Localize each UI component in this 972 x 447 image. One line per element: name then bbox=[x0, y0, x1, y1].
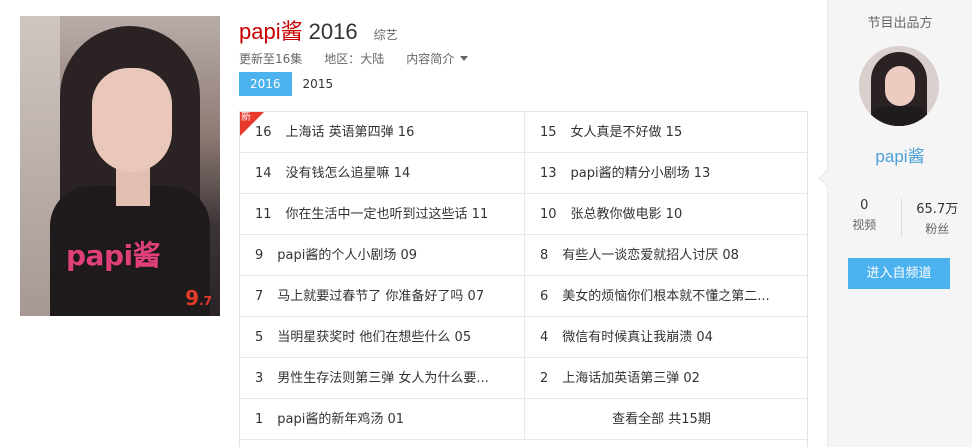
episode-item[interactable]: 2 上海话加英语第三弹 02 bbox=[524, 358, 808, 399]
episode-number: 5 bbox=[255, 330, 264, 345]
videos-label: 视频 bbox=[852, 218, 877, 232]
genre-tag[interactable]: 综艺 bbox=[374, 26, 398, 43]
episode-number: 4 bbox=[540, 330, 549, 345]
intro-dropdown[interactable]: 内容简介 bbox=[406, 50, 469, 67]
score-badge: 9.7 bbox=[185, 286, 212, 310]
show-poster[interactable]: papi酱 9.7 bbox=[20, 16, 220, 316]
meta-row: 更新至16集 地区：大陆 内容简介 bbox=[239, 50, 469, 67]
episode-item[interactable]: 11 你在生活中一定也听到过这些话 11 bbox=[240, 194, 524, 235]
episode-title: papi酱的新年鸡汤 01 bbox=[277, 412, 405, 427]
episode-item[interactable]: 6 美女的烦恼你们根本就不懂之第二... bbox=[524, 276, 808, 317]
episode-number: 6 bbox=[540, 289, 549, 304]
chevron-down-icon bbox=[460, 56, 469, 61]
fans-label: 粉丝 bbox=[925, 222, 950, 236]
episode-item[interactable]: 1 papi酱的新年鸡汤 01 bbox=[240, 399, 524, 440]
avatar-face bbox=[885, 66, 915, 106]
score-decimal: .7 bbox=[199, 294, 212, 308]
episode-title: papi酱的精分小剧场 13 bbox=[570, 166, 711, 181]
year-tabs: 2016 2015 bbox=[239, 72, 344, 96]
episode-number: 1 bbox=[255, 412, 264, 427]
poster-face bbox=[92, 68, 172, 172]
episode-item[interactable]: 15 女人真是不好做 15 bbox=[524, 112, 808, 153]
poster-neck bbox=[116, 166, 150, 206]
videos-stat: 0 视频 bbox=[828, 198, 901, 237]
score-main: 9 bbox=[185, 286, 200, 310]
producer-heading: 节目出品方 bbox=[867, 16, 933, 31]
videos-count: 0 bbox=[860, 198, 869, 213]
episode-grid: 16 上海话 英语第四弹 16 15 女人真是不好做 15 14 没有钱怎么追星嘛 1… bbox=[239, 111, 808, 447]
new-badge-label: 新 bbox=[241, 112, 251, 123]
intro-label: 内容简介 bbox=[406, 52, 455, 66]
fans-count: 65.7万 bbox=[916, 202, 959, 217]
enter-channel-button[interactable]: 进入自频道 bbox=[848, 258, 950, 289]
region: 地区：大陆 bbox=[324, 52, 385, 66]
episode-number: 2 bbox=[540, 371, 549, 386]
episode-title: 男性生存法则第三弹 女人为什么要... bbox=[277, 371, 489, 386]
episode-number: 7 bbox=[255, 289, 264, 304]
episode-title: 你在生活中一定也听到过这些话 11 bbox=[285, 207, 489, 222]
show-year: 2016 bbox=[308, 19, 358, 44]
episode-title: 上海话 英语第四弹 16 bbox=[285, 125, 415, 140]
episode-title: 微信有时候真让我崩溃 04 bbox=[562, 330, 713, 345]
panel-pointer bbox=[818, 169, 836, 187]
view-all-link[interactable]: 查看全部 共15期 bbox=[524, 399, 808, 440]
episode-number: 3 bbox=[255, 371, 264, 386]
episode-title: 美女的烦恼你们根本就不懂之第二... bbox=[562, 289, 770, 304]
episode-title: papi酱的个人小剧场 09 bbox=[277, 248, 418, 263]
episode-item[interactable]: 5 当明星获奖时 他们在想些什么 05 bbox=[240, 317, 524, 358]
episode-number: 10 bbox=[540, 207, 557, 222]
episode-title: 当明星获奖时 他们在想些什么 05 bbox=[277, 330, 472, 345]
channel-name[interactable]: papi酱 bbox=[828, 142, 972, 167]
episode-number: 14 bbox=[255, 166, 272, 181]
avatar[interactable] bbox=[859, 46, 939, 126]
episode-title: 张总教你做电影 10 bbox=[570, 207, 683, 222]
episode-title: 马上就要过春节了 你准备好了吗 07 bbox=[277, 289, 485, 304]
episode-item[interactable]: 14 没有钱怎么追星嘛 14 bbox=[240, 153, 524, 194]
producer-panel: 节目出品方 papi酱 0 视频 65.7万 粉丝 进入自频道 bbox=[818, 0, 972, 447]
episode-number: 13 bbox=[540, 166, 557, 181]
episode-item[interactable]: 7 马上就要过春节了 你准备好了吗 07 bbox=[240, 276, 524, 317]
episode-title: 女人真是不好做 15 bbox=[570, 125, 683, 140]
episode-number: 8 bbox=[540, 248, 549, 263]
tab-year-2016[interactable]: 2016 bbox=[239, 72, 292, 96]
episode-item[interactable]: 9 papi酱的个人小剧场 09 bbox=[240, 235, 524, 276]
episode-number: 9 bbox=[255, 248, 264, 263]
episode-title: 有些人一谈恋爱就招人讨厌 08 bbox=[562, 248, 739, 263]
tab-year-2015[interactable]: 2015 bbox=[292, 72, 345, 96]
episode-title: 上海话加英语第三弹 02 bbox=[562, 371, 700, 386]
episode-item[interactable]: 8 有些人一谈恋爱就招人讨厌 08 bbox=[524, 235, 808, 276]
episode-item[interactable]: 16 上海话 英语第四弹 16 bbox=[240, 112, 524, 153]
channel-stats: 0 视频 65.7万 粉丝 bbox=[828, 198, 972, 237]
episode-item[interactable]: 10 张总教你做电影 10 bbox=[524, 194, 808, 235]
poster-logo-text: papi酱 bbox=[66, 239, 161, 272]
episode-number: 15 bbox=[540, 125, 557, 140]
episode-item[interactable]: 13 papi酱的精分小剧场 13 bbox=[524, 153, 808, 194]
episode-title: 没有钱怎么追星嘛 14 bbox=[285, 166, 411, 181]
fans-stat: 65.7万 粉丝 bbox=[900, 198, 972, 237]
title-row: papi酱 2016 综艺 bbox=[239, 14, 398, 46]
episode-number: 11 bbox=[255, 207, 272, 222]
episode-item[interactable]: 4 微信有时候真让我崩溃 04 bbox=[524, 317, 808, 358]
avatar-shirt bbox=[867, 106, 931, 126]
update-status: 更新至16集 bbox=[239, 52, 303, 66]
episode-item[interactable]: 3 男性生存法则第三弹 女人为什么要... bbox=[240, 358, 524, 399]
show-title[interactable]: papi酱 bbox=[239, 14, 303, 46]
